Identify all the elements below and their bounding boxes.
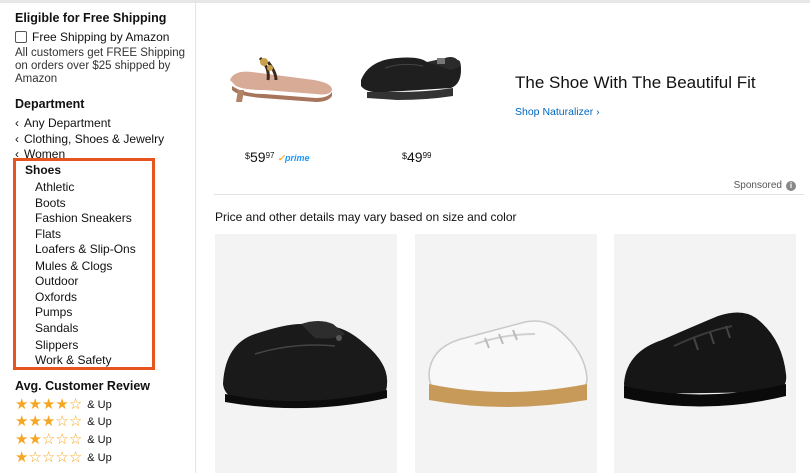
category-work-safety[interactable]: Work & Safety: [35, 353, 111, 367]
category-fashion-sneakers[interactable]: Fashion Sneakers: [35, 211, 132, 225]
free-shipping-checkbox[interactable]: [15, 31, 27, 43]
star-empty-icon: ☆: [68, 431, 83, 448]
department-heading: Department: [15, 97, 85, 111]
breadcrumb-clothing-shoes-jewelry[interactable]: ‹ Clothing, Shoes & Jewelry: [15, 132, 164, 146]
product-card-1[interactable]: [215, 234, 397, 473]
star-empty-icon: ☆: [68, 396, 83, 413]
free-shipping-heading: Eligible for Free Shipping: [15, 11, 167, 25]
chevron-left-icon: ‹: [15, 132, 19, 146]
main-content: $ 59 97 ✓prime $ 49 99 The Shoe With The…: [196, 0, 810, 473]
and-up-label[interactable]: & Up: [87, 434, 111, 446]
star-filled-icon: ★: [28, 413, 42, 430]
star-filled-icon: ★: [55, 396, 69, 413]
product-image-black-athletic-shoe[interactable]: [614, 234, 796, 473]
review-filter-4-stars[interactable]: ★ ★ ★ ★ ☆ & Up: [15, 397, 112, 412]
category-outdoor[interactable]: Outdoor: [35, 274, 78, 288]
product-image-black-sandal[interactable]: [357, 40, 472, 105]
chevron-left-icon: ‹: [15, 116, 19, 130]
product-price-1: $ 59 97 ✓prime: [245, 149, 310, 165]
review-filter-3-stars[interactable]: ★ ★ ★ ☆ ☆ & Up: [15, 414, 112, 429]
star-filled-icon: ★: [15, 431, 29, 448]
sponsored-label[interactable]: Sponsored i: [734, 180, 796, 191]
category-pumps[interactable]: Pumps: [35, 305, 72, 319]
sponsored-brand-banner[interactable]: $ 59 97 ✓prime $ 49 99 The Shoe With The…: [214, 10, 804, 195]
breadcrumb-any-department[interactable]: ‹ Any Department: [15, 116, 111, 130]
free-shipping-checkbox-row[interactable]: Free Shipping by Amazon: [15, 30, 169, 44]
product-image-sandal[interactable]: [224, 50, 339, 105]
star-empty-icon: ☆: [68, 413, 83, 430]
category-flats[interactable]: Flats: [35, 227, 61, 241]
star-filled-icon: ★: [41, 396, 56, 413]
review-filter-1-stars[interactable]: ★ ☆ ☆ ☆ ☆ & Up: [15, 450, 112, 465]
breadcrumb-label[interactable]: Any Department: [24, 116, 111, 130]
category-boots[interactable]: Boots: [35, 196, 66, 210]
star-empty-icon: ☆: [55, 449, 69, 466]
current-category: Shoes: [25, 163, 62, 177]
shop-brand-link[interactable]: Shop Naturalizer ›: [515, 106, 600, 118]
star-filled-icon: ★: [15, 396, 29, 413]
free-shipping-note: All customers get FREE Shipping on order…: [15, 47, 186, 85]
and-up-label[interactable]: & Up: [87, 416, 111, 428]
star-empty-icon: ☆: [55, 413, 69, 430]
review-filter-2-stars[interactable]: ★ ★ ☆ ☆ ☆ & Up: [15, 432, 112, 447]
star-empty-icon: ☆: [28, 449, 42, 466]
category-athletic[interactable]: Athletic: [35, 180, 74, 194]
free-shipping-option-label[interactable]: Free Shipping by Amazon: [32, 30, 169, 44]
product-card-3[interactable]: [614, 234, 796, 473]
category-sandals[interactable]: Sandals: [35, 321, 78, 335]
star-empty-icon: ☆: [41, 431, 56, 448]
category-mules-clogs[interactable]: Mules & Clogs: [35, 259, 112, 273]
product-image-black-leather-shoe[interactable]: [215, 234, 397, 473]
product-price-2: $ 49 99: [402, 149, 432, 165]
filter-sidebar: Eligible for Free Shipping Free Shipping…: [0, 0, 196, 473]
star-empty-icon: ☆: [55, 431, 69, 448]
brand-headline[interactable]: The Shoe With The Beautiful Fit: [515, 73, 756, 93]
star-filled-icon: ★: [28, 396, 42, 413]
info-icon[interactable]: i: [786, 180, 796, 191]
star-filled-icon: ★: [41, 413, 56, 430]
product-card-2[interactable]: [415, 234, 597, 473]
star-empty-icon: ☆: [68, 449, 83, 466]
and-up-label[interactable]: & Up: [87, 399, 111, 411]
category-loafers-slip-ons[interactable]: Loafers & Slip-Ons: [35, 242, 136, 256]
star-filled-icon: ★: [15, 413, 29, 430]
product-image-white-sneaker[interactable]: [415, 234, 597, 473]
star-empty-icon: ☆: [41, 449, 56, 466]
price-disclaimer: Price and other details may vary based o…: [215, 210, 517, 224]
star-filled-icon: ★: [28, 431, 42, 448]
prime-badge: ✓prime: [277, 153, 310, 163]
category-oxfords[interactable]: Oxfords: [35, 290, 77, 304]
category-slippers[interactable]: Slippers: [35, 338, 78, 352]
review-heading: Avg. Customer Review: [15, 379, 150, 393]
star-filled-icon: ★: [15, 449, 29, 466]
breadcrumb-label[interactable]: Clothing, Shoes & Jewelry: [24, 132, 164, 146]
and-up-label[interactable]: & Up: [87, 452, 111, 464]
